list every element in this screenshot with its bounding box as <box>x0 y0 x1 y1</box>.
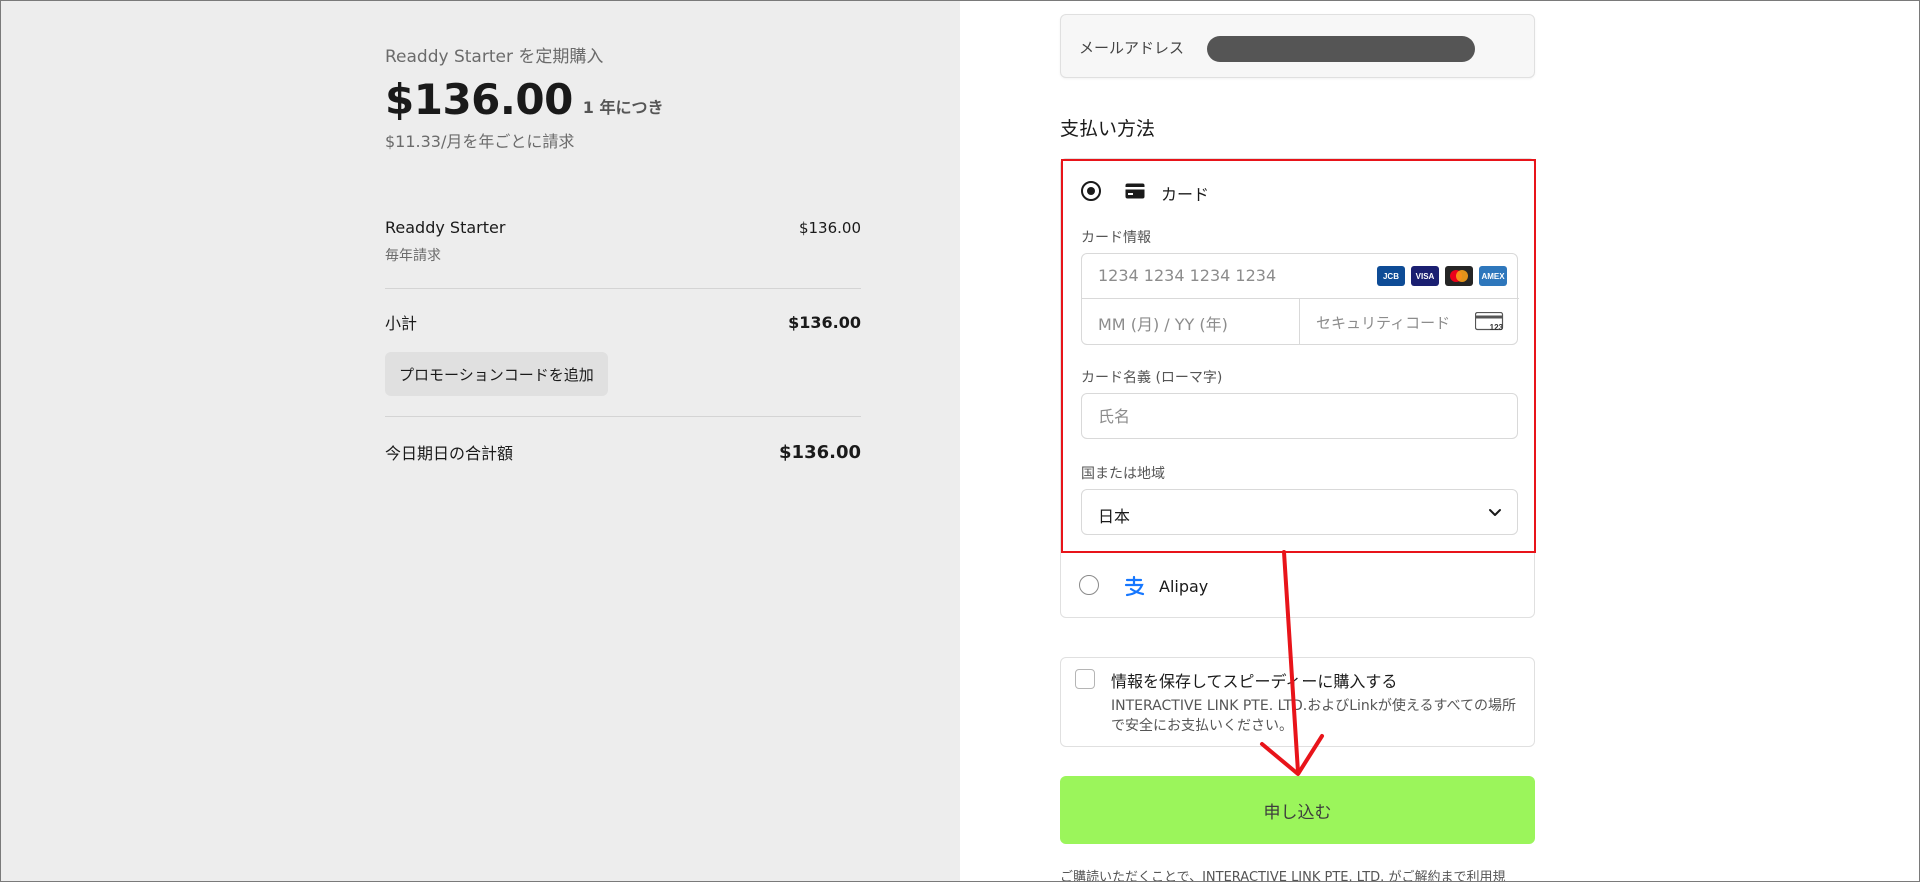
divider <box>385 288 861 289</box>
jcb-logo-icon: JCB <box>1377 266 1405 286</box>
price-row: $136.00 1 年につき <box>385 76 861 124</box>
card-number-placeholder: 1234 1234 1234 1234 <box>1098 266 1277 285</box>
card-method-label: カード <box>1161 185 1210 204</box>
mastercard-logo-icon <box>1445 266 1473 286</box>
plan-period: 1 年につき <box>582 98 664 117</box>
divider <box>385 416 861 417</box>
country-value: 日本 <box>1098 507 1131 526</box>
card-radio[interactable] <box>1081 181 1101 201</box>
country-label: 国または地域 <box>1081 466 1165 482</box>
email-value-redacted <box>1207 36 1475 62</box>
alipay-icon <box>1124 575 1145 597</box>
cvc-placeholder: セキュリティコード <box>1316 314 1451 332</box>
card-name-input[interactable] <box>1081 393 1518 439</box>
total-label: 今日期日の合計額 <box>385 444 514 463</box>
subtotal-label: 小計 <box>385 314 418 333</box>
line-item-name: Readdy Starter <box>385 218 506 237</box>
credit-card-icon <box>1125 183 1145 199</box>
save-info-description: INTERACTIVE LINK PTE. LTD.およびLinkが使えるすべて… <box>1111 698 1516 734</box>
save-info-checkbox[interactable] <box>1075 669 1095 689</box>
card-details-group: 1234 1234 1234 1234 JCB VISA AMEX MM (月)… <box>1081 253 1519 345</box>
subscribe-button[interactable]: 申し込む <box>1060 776 1535 844</box>
payment-methods: カード カード情報 1234 1234 1234 1234 JCB VISA A… <box>1060 158 1536 618</box>
card-brands: JCB VISA AMEX <box>1377 266 1507 286</box>
visa-logo-icon: VISA <box>1411 266 1439 286</box>
save-info-title: 情報を保存してスピーディーに購入する <box>1111 672 1398 691</box>
plan-header: Readdy Starter を定期購入 $136.00 1 年につき $11.… <box>385 46 861 152</box>
card-number-input[interactable]: 1234 1234 1234 1234 JCB VISA AMEX <box>1082 254 1519 299</box>
total-value: $136.00 <box>779 441 861 463</box>
add-promo-code-button[interactable]: プロモーションコードを追加 <box>385 352 608 396</box>
line-item-price: $136.00 <box>798 218 861 237</box>
card-info-label: カード情報 <box>1081 230 1151 246</box>
country-select[interactable]: 日本 <box>1081 489 1518 535</box>
card-payment-option[interactable]: カード カード情報 1234 1234 1234 1234 JCB VISA A… <box>1061 159 1536 553</box>
line-item: Readdy Starter $136.00 毎年請求 <box>385 218 861 265</box>
email-field[interactable]: メールアドレス <box>1060 14 1535 78</box>
monthly-breakdown: $11.33/月を年ごとに請求 <box>385 132 575 151</box>
card-cvc-input[interactable]: セキュリティコード 123 <box>1300 299 1519 345</box>
total-row: 今日期日の合計額 $136.00 <box>385 440 861 464</box>
plan-title: Readdy Starter を定期購入 <box>385 47 604 67</box>
cvc-icon-digits: 123 <box>1490 323 1504 332</box>
expiry-placeholder: MM (月) / YY (年) <box>1098 315 1228 334</box>
alipay-radio[interactable] <box>1079 575 1099 595</box>
card-name-label: カード名義 (ローマ字) <box>1081 370 1223 386</box>
terms-text: ご購読いただくことで、INTERACTIVE LINK PTE. LTD. がご… <box>1060 870 1506 882</box>
save-info-option: 情報を保存してスピーディーに購入する INTERACTIVE LINK PTE.… <box>1060 657 1535 747</box>
alipay-label: Alipay <box>1159 577 1209 596</box>
chevron-down-icon <box>1489 509 1501 516</box>
plan-price: $136.00 <box>385 75 573 124</box>
email-label: メールアドレス <box>1079 39 1185 57</box>
card-expiry-input[interactable]: MM (月) / YY (年) <box>1082 299 1300 345</box>
cvc-card-icon: 123 <box>1475 312 1504 332</box>
payment-method-heading: 支払い方法 <box>1060 118 1156 140</box>
amex-logo-icon: AMEX <box>1479 266 1507 286</box>
subtotal-row: 小計 $136.00 <box>385 310 861 334</box>
subtotal-value: $136.00 <box>788 312 861 332</box>
line-item-billing: 毎年請求 <box>385 248 441 264</box>
